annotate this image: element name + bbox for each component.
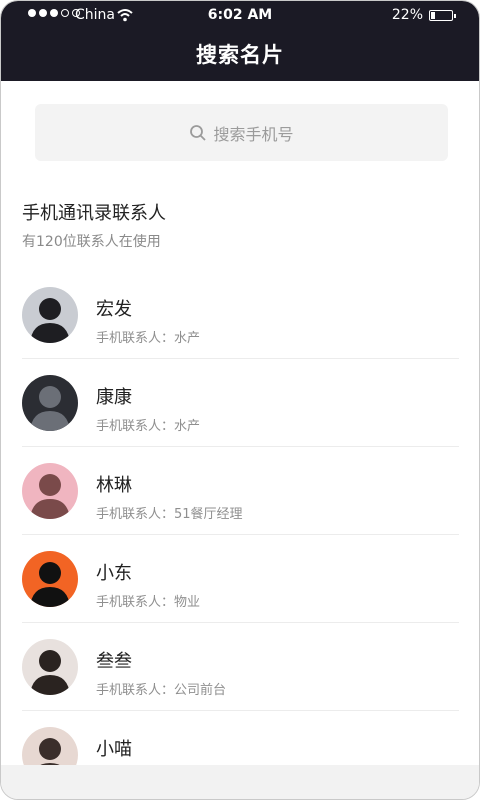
contact-item[interactable]: 宏发 手机联系人：水产	[1, 271, 479, 359]
battery-percent: 22%	[391, 7, 423, 23]
page-title: 搜索名片	[196, 43, 284, 67]
search-icon	[190, 124, 207, 141]
contact-item[interactable]: 小东 手机联系人：物业	[1, 535, 479, 623]
search-input[interactable]: 搜索手机号	[35, 104, 448, 161]
avatar	[22, 375, 78, 431]
battery-icon	[429, 10, 456, 21]
contact-meta: 手机联系人：水产	[96, 419, 201, 434]
avatar	[22, 287, 78, 343]
contact-meta: 手机联系人：物业	[96, 595, 201, 610]
contact-name: 康康	[96, 387, 132, 408]
search-placeholder: 搜索手机号	[213, 124, 294, 144]
contact-name: 叁叁	[96, 651, 132, 672]
contact-item[interactable]: 林琳 手机联系人：51餐厅经理	[1, 447, 479, 535]
avatar	[22, 551, 78, 607]
avatar	[22, 639, 78, 695]
contact-name: 小喵	[96, 739, 132, 760]
contact-name: 林琳	[96, 475, 132, 496]
contact-item[interactable]: 康康 手机联系人：水产	[1, 359, 479, 447]
contact-name: 宏发	[96, 299, 132, 320]
contact-meta: 手机联系人：51餐厅经理	[96, 507, 243, 522]
bottom-bar	[1, 765, 479, 799]
contact-list: 宏发 手机联系人：水产 康康 手机联系人：水产 林琳 手机联系人：51餐厅经理 …	[1, 271, 479, 799]
section-title: 手机通讯录联系人	[22, 203, 166, 224]
contact-item[interactable]: 叁叁 手机联系人：公司前台	[1, 623, 479, 711]
contact-meta: 手机联系人：公司前台	[96, 683, 227, 698]
contact-meta: 手机联系人：水产	[96, 331, 201, 346]
top-bar: China 6:02 AM 22% 搜索名片	[1, 1, 479, 81]
phone-frame: China 6:02 AM 22% 搜索名片 搜索手机号 手机通讯录联系人 有1…	[0, 0, 480, 800]
status-bar: China 6:02 AM 22%	[1, 1, 479, 31]
section-subtitle: 有120位联系人在使用	[22, 234, 161, 250]
contact-name: 小东	[96, 563, 132, 584]
avatar	[22, 463, 78, 519]
